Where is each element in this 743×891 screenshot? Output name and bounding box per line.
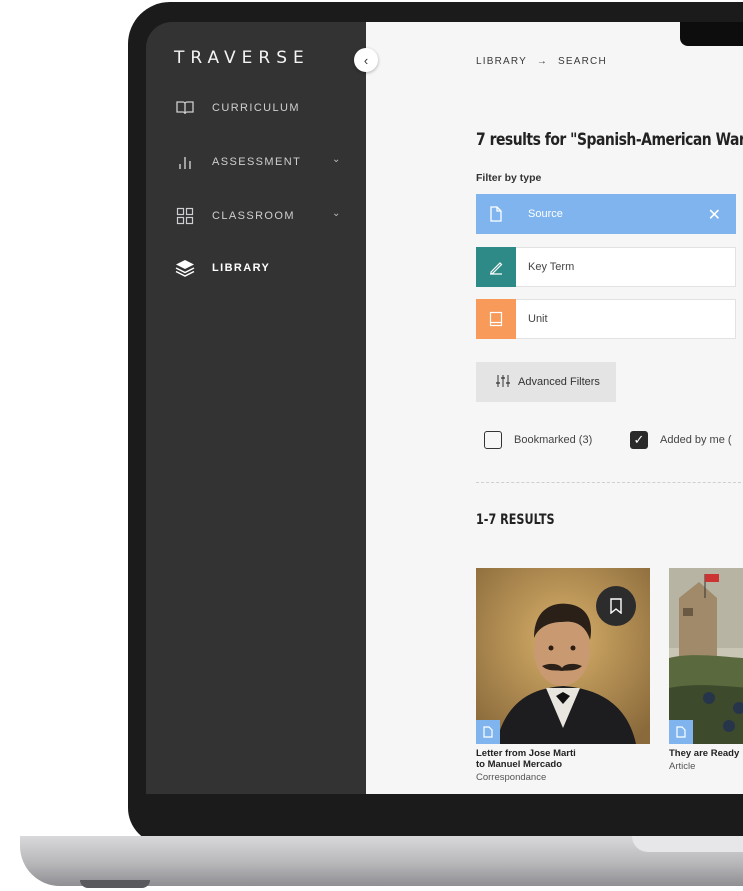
advanced-filters-label: Advanced Filters [518, 376, 600, 388]
notebook-icon [476, 299, 516, 339]
page-title: 7 results for "Spanish-American War [476, 130, 743, 150]
sliders-icon [496, 374, 510, 391]
breadcrumb-separator: → [536, 56, 549, 67]
divider [476, 482, 743, 483]
sidebar-item-assessment[interactable]: ASSESSMENT ⌄ [174, 152, 340, 172]
result-card[interactable]: Letter from Jose Marti to Manuel Mercado… [476, 568, 650, 783]
breadcrumb-library[interactable]: LIBRARY [476, 56, 527, 67]
laptop-foot [80, 880, 150, 888]
laptop-bottom-bezel [146, 794, 743, 836]
breadcrumb: LIBRARY → SEARCH [476, 56, 607, 67]
bookmarked-label: Bookmarked (3) [514, 434, 593, 446]
close-icon[interactable]: ✕ [708, 205, 721, 225]
card-title[interactable]: They are Ready [669, 748, 743, 759]
bookmarked-checkbox[interactable]: Bookmarked (3) [484, 431, 592, 449]
battle-painting-image [669, 568, 743, 744]
laptop-opening-notch [632, 836, 743, 852]
card-type: Correspondance [476, 772, 547, 783]
layers-icon [174, 259, 196, 277]
sidebar-item-label: CURRICULUM [212, 102, 300, 114]
bar-chart-icon [174, 153, 196, 171]
portrait-image [476, 568, 650, 744]
app-screen: TRAVERSE CURRICULUM ASSESSMENT ⌄ CLASSRO… [146, 22, 743, 794]
added-by-me-label: Added by me ( [660, 434, 732, 446]
chevron-down-icon[interactable]: ⌄ [332, 208, 342, 219]
sidebar-item-library[interactable]: LIBRARY [174, 258, 270, 278]
filter-key-term-label: Key Term [528, 261, 575, 273]
advanced-filters-button[interactable]: Advanced Filters [476, 362, 616, 402]
card-title[interactable]: Letter from Jose Marti [476, 748, 650, 759]
document-icon [476, 194, 516, 234]
card-title-continued[interactable]: to Manuel Mercado [476, 759, 650, 770]
sidebar-item-label: ASSESSMENT [212, 156, 302, 168]
filter-source-label: Source [528, 208, 563, 220]
breadcrumb-current: SEARCH [558, 56, 607, 67]
sidebar: TRAVERSE CURRICULUM ASSESSMENT ⌄ CLASSRO… [146, 22, 366, 794]
book-icon [174, 99, 196, 117]
chevron-down-icon[interactable]: ⌄ [332, 154, 342, 165]
collapse-sidebar-button[interactable]: ‹ [354, 48, 378, 72]
main-content: LIBRARY → SEARCH 7 results for "Spanish-… [366, 22, 743, 794]
bookmark-icon [610, 598, 622, 614]
document-icon [476, 720, 500, 744]
document-icon [669, 720, 693, 744]
sidebar-item-label: CLASSROOM [212, 210, 295, 222]
filter-unit[interactable]: Unit [476, 299, 736, 339]
filter-key-term[interactable]: Key Term [476, 247, 736, 287]
card-type: Article [669, 761, 696, 772]
pen-icon [476, 247, 516, 287]
checkmark-icon[interactable]: ✓ [630, 431, 648, 449]
checkbox-unchecked[interactable] [484, 431, 502, 449]
bookmark-button[interactable] [596, 586, 636, 626]
grid-icon [174, 207, 196, 225]
sidebar-item-classroom[interactable]: CLASSROOM ⌄ [174, 206, 340, 226]
result-card[interactable]: They are Ready Article [669, 568, 743, 772]
filter-label: Filter by type [476, 172, 542, 184]
added-by-me-checkbox[interactable]: ✓ Added by me ( [630, 431, 732, 449]
camera-notch [680, 22, 743, 46]
app-logo[interactable]: TRAVERSE [174, 48, 310, 68]
results-range: 1-7 RESULTS [476, 512, 555, 528]
sidebar-item-curriculum[interactable]: CURRICULUM [174, 98, 300, 118]
filter-source[interactable]: Source ✕ [476, 194, 736, 234]
filter-unit-label: Unit [528, 313, 548, 325]
sidebar-item-label: LIBRARY [212, 262, 271, 274]
chevron-left-icon: ‹ [363, 52, 369, 68]
